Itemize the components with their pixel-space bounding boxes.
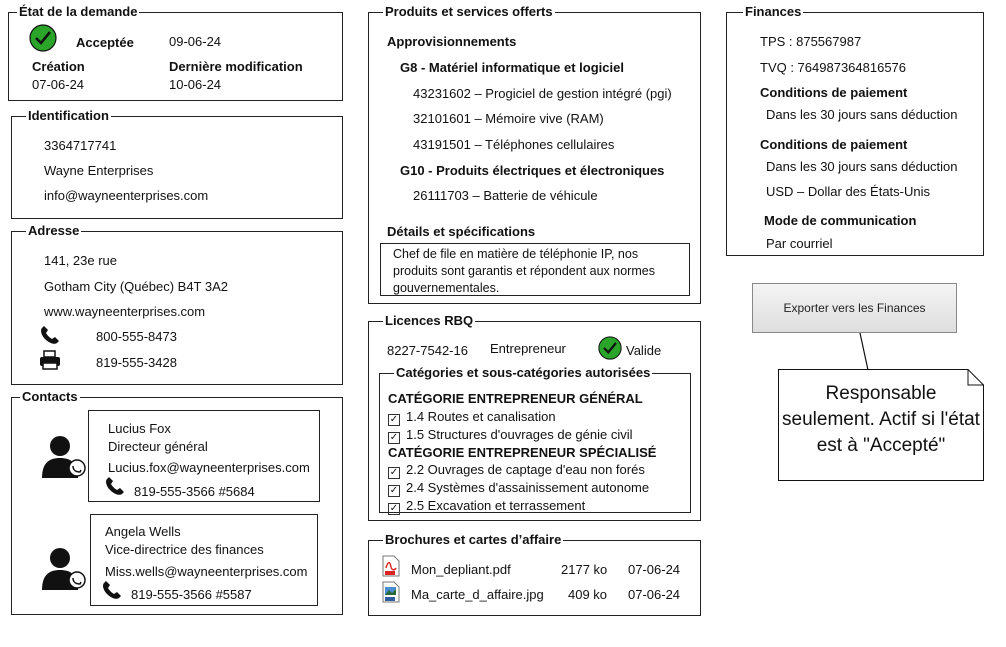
contact-card: Lucius Fox Directeur général Lucius.fox@…	[88, 410, 320, 502]
category-item[interactable]: ✓ 2.5 Excavation et terrassement	[388, 498, 585, 515]
checkbox-checked-icon[interactable]: ✓	[388, 414, 400, 426]
rbq-type: Entrepreneur	[490, 341, 566, 356]
category-item[interactable]: ✓ 1.5 Structures d'ouvrages de génie civi…	[388, 427, 633, 444]
fax-icon	[40, 350, 60, 370]
identification-title: Identification	[26, 108, 111, 123]
rbq-categories-title: Catégories et sous-catégories autorisées	[394, 365, 653, 380]
product-item: 32101601 – Mémoire vive (RAM)	[413, 111, 604, 126]
address-city: Gotham City (Québec) B4T 3A2	[44, 279, 229, 294]
category-item[interactable]: ✓ 2.4 Systèmes d'assainissement autonome	[388, 480, 649, 497]
checkbox-checked-icon[interactable]: ✓	[388, 503, 400, 515]
payment-terms-value: Dans les 30 jours sans déduction	[766, 107, 958, 122]
company-email[interactable]: info@wayneenterprises.com	[44, 188, 208, 203]
annotation-note: Responsable seulement. Actif si l'état e…	[778, 369, 984, 481]
company-website[interactable]: www.wayneenterprises.com	[44, 304, 205, 319]
creation-label: Création	[32, 59, 85, 74]
file-size: 2177 ko	[561, 562, 608, 577]
identification-panel: Identification 3364717741 Wayne Enterpri…	[11, 108, 343, 219]
brochures-title: Brochures et cartes d’affaire	[383, 532, 564, 547]
details-text: Chef de file en matière de téléphonie IP…	[393, 247, 655, 295]
phone-icon	[103, 581, 121, 599]
tvq-number: TVQ : 764987364816576	[760, 60, 907, 75]
checkbox-checked-icon[interactable]: ✓	[388, 432, 400, 444]
file-date: 07-06-24	[628, 562, 681, 577]
product-group-label: G10 - Produits électriques et électroniq…	[400, 163, 665, 178]
contact-phone: 819-555-3566 #5587	[131, 587, 252, 602]
currency-value: USD – Dollar des États-Unis	[766, 184, 930, 199]
annotation-text: Responsable seulement. Actif si l'état e…	[782, 383, 980, 456]
contact-avatar-icon	[42, 436, 86, 478]
phone-icon	[41, 326, 59, 344]
file-size: 409 ko	[568, 587, 608, 602]
contact-email[interactable]: Miss.wells@wayneenterprises.com	[105, 564, 307, 579]
modified-label: Dernière modification	[169, 59, 303, 74]
products-panel: Produits et services offerts Approvision…	[368, 4, 701, 304]
contact-phone: 819-555-3566 #5684	[134, 484, 255, 499]
product-item: 43191501 – Téléphones cellulaires	[413, 137, 615, 152]
status-panel-title: État de la demande	[17, 4, 140, 19]
file-row[interactable]: Mon_depliant.pdf 2177 ko 07-06-24	[379, 555, 694, 579]
communication-value: Par courriel	[766, 236, 833, 251]
payment-terms-label: Conditions de paiement	[760, 85, 908, 100]
status-state: Acceptée	[76, 35, 134, 50]
contact-name: Lucius Fox	[108, 421, 171, 436]
general-category-title: CATÉGORIE ENTREPRENEUR GÉNÉRAL	[388, 391, 643, 406]
contact-card: Angela Wells Vice-directrice des finance…	[90, 514, 318, 606]
category-item[interactable]: ✓ 2.2 Ouvrages de captage d'eau non forés	[388, 462, 645, 479]
product-item: 43231602 – Progiciel de gestion intégré …	[413, 86, 672, 101]
status-date: 09-06-24	[169, 34, 222, 49]
valid-check-icon	[598, 336, 622, 360]
rbq-number: 8227-7542-16	[387, 343, 468, 358]
payment-terms-value: Dans les 30 jours sans déduction	[766, 159, 958, 174]
contact-role: Directeur général	[108, 439, 208, 454]
contact-role: Vice-directrice des finances	[105, 542, 264, 557]
address-title: Adresse	[26, 223, 82, 238]
modified-date: 10-06-24	[169, 77, 222, 92]
product-group-label: G8 - Matériel informatique et logiciel	[400, 60, 624, 75]
special-category-title: CATÉGORIE ENTREPRENEUR SPÉCIALISÉ	[388, 445, 657, 460]
contact-name: Angela Wells	[105, 524, 181, 539]
rbq-title: Licences RBQ	[383, 313, 476, 328]
contact-email[interactable]: Lucius.fox@wayneenterprises.com	[108, 460, 310, 475]
export-to-finances-button[interactable]: Exporter vers les Finances	[752, 283, 957, 333]
payment-terms-label: Conditions de paiement	[760, 137, 908, 152]
creation-date: 07-06-24	[32, 77, 85, 92]
communication-label: Mode de communication	[764, 213, 917, 228]
checkbox-checked-icon[interactable]: ✓	[388, 485, 400, 497]
company-name: Wayne Enterprises	[44, 163, 154, 178]
details-label: Détails et spécifications	[387, 224, 536, 239]
image-file-icon	[382, 581, 400, 603]
contacts-title: Contacts	[20, 389, 80, 404]
products-section: Approvisionnements	[387, 34, 517, 49]
file-date: 07-06-24	[628, 587, 681, 602]
accepted-check-icon	[29, 24, 57, 52]
rbq-panel: Licences RBQ 8227-7542-16 Entrepreneur V…	[368, 313, 701, 521]
file-row[interactable]: Ma_carte_d_affaire.jpg 409 ko 07-06-24	[379, 581, 694, 605]
checkbox-checked-icon[interactable]: ✓	[388, 467, 400, 479]
rbq-validity: Valide	[626, 343, 662, 358]
rbq-categories-box: Catégories et sous-catégories autorisées…	[379, 365, 691, 515]
finances-panel: Finances TPS : 875567987 TVQ : 764987364…	[726, 4, 984, 256]
phone-icon	[106, 477, 124, 495]
contact-avatar-icon	[42, 548, 86, 590]
file-name[interactable]: Ma_carte_d_affaire.jpg	[411, 587, 544, 602]
brochures-panel: Brochures et cartes d’affaire Mon_deplia…	[368, 532, 701, 616]
callout-pointer	[859, 333, 869, 371]
category-item[interactable]: ✓ 1.4 Routes et canalisation	[388, 409, 556, 426]
product-item: 26111703 – Batterie de véhicule	[413, 188, 598, 203]
pdf-file-icon	[382, 555, 400, 577]
products-title: Produits et services offerts	[383, 4, 555, 19]
address-street: 141, 23e rue	[44, 253, 118, 268]
contacts-panel: Contacts Lucius Fox Directeur général Lu…	[11, 389, 343, 615]
identification-number: 3364717741	[44, 138, 117, 153]
address-fax: 819-555-3428	[96, 355, 177, 370]
finances-title: Finances	[743, 4, 804, 19]
status-panel: État de la demande Acceptée 09-06-24 Cré…	[8, 4, 343, 101]
file-name[interactable]: Mon_depliant.pdf	[411, 562, 511, 577]
details-textbox[interactable]: Chef de file en matière de téléphonie IP…	[380, 243, 690, 296]
tps-number: TPS : 875567987	[760, 34, 862, 49]
address-panel: Adresse 141, 23e rue Gotham City (Québec…	[11, 223, 343, 385]
address-phone: 800-555-8473	[96, 329, 177, 344]
